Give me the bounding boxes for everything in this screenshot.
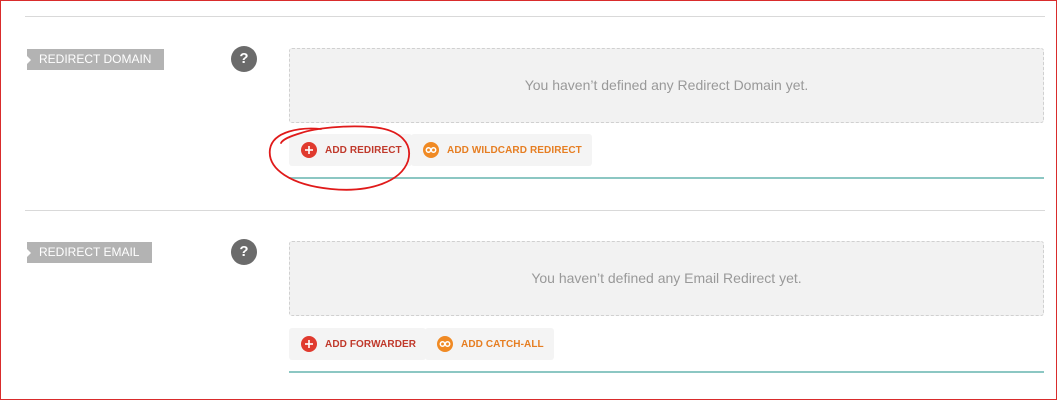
redirect-domain-help-icon[interactable]: ? xyxy=(231,46,257,72)
add-catch-all-label: ADD CATCH-ALL xyxy=(461,338,544,350)
add-forwarder-button[interactable]: ADD FORWARDER xyxy=(289,328,427,360)
add-redirect-label: ADD REDIRECT xyxy=(325,144,402,156)
redirect-domain-bottom-rule xyxy=(289,177,1044,179)
redirect-email-label: REDIRECT EMAIL xyxy=(27,242,153,263)
redirect-domain-label: REDIRECT DOMAIN xyxy=(27,49,165,70)
plus-circle-icon xyxy=(301,142,317,158)
redirect-email-bottom-rule xyxy=(289,371,1044,373)
redirect-email-help-icon[interactable]: ? xyxy=(231,239,257,265)
add-forwarder-label: ADD FORWARDER xyxy=(325,338,417,350)
section-divider-top xyxy=(25,16,1045,17)
section-divider-middle xyxy=(25,210,1045,211)
add-redirect-button[interactable]: ADD REDIRECT xyxy=(289,134,412,166)
add-wildcard-redirect-label: ADD WILDCARD REDIRECT xyxy=(447,144,582,156)
add-wildcard-redirect-button[interactable]: ADD WILDCARD REDIRECT xyxy=(411,134,592,166)
infinity-circle-icon xyxy=(437,336,453,352)
plus-circle-icon xyxy=(301,336,317,352)
infinity-circle-icon xyxy=(423,142,439,158)
add-catch-all-button[interactable]: ADD CATCH-ALL xyxy=(425,328,554,360)
screenshot-frame: REDIRECT DOMAIN ? You haven’t defined an… xyxy=(0,0,1057,400)
redirect-email-empty-state: You haven’t defined any Email Redirect y… xyxy=(289,241,1044,316)
redirect-domain-empty-state: You haven’t defined any Redirect Domain … xyxy=(289,48,1044,123)
